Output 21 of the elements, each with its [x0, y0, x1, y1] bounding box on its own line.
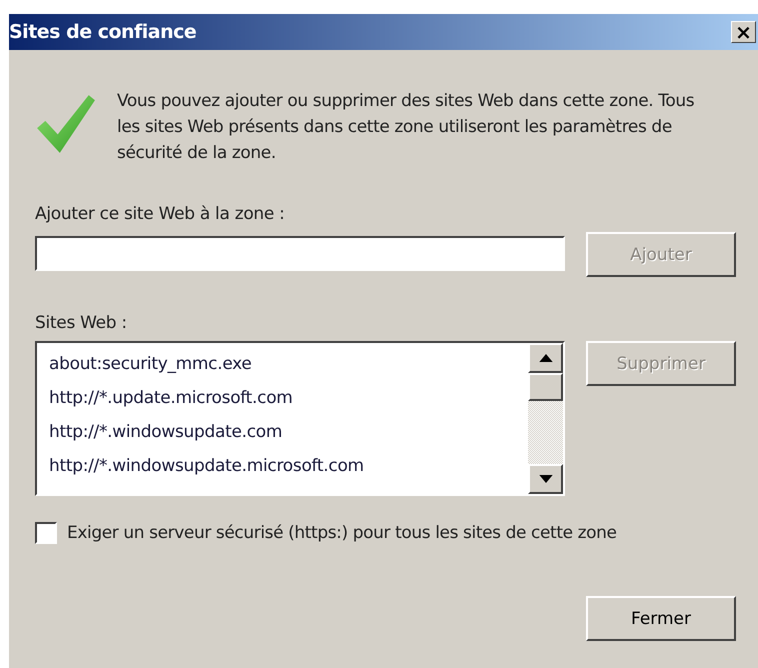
checkmark-icon	[35, 93, 97, 155]
scroll-up-button[interactable]	[528, 343, 563, 373]
close-button[interactable]: ×	[731, 21, 756, 43]
list-label: Sites Web :	[35, 313, 128, 333]
website-list-item[interactable]: http://*.windowsupdate.com	[49, 415, 528, 449]
website-list-item[interactable]: http://*.windowsupdate.microsoft.com	[49, 449, 528, 483]
checkbox-label: Exiger un serveur sécurisé (https:) pour tous les sites de cette zone	[67, 523, 617, 543]
website-input-field[interactable]	[35, 236, 565, 271]
scrollbar[interactable]	[528, 343, 563, 494]
info-message: Vous pouvez ajouter ou supprimer des sites Web dans cette zone. Tous les sites Web présents dans cette zone utiliseront les paramètres de sécurité de la zone.	[117, 90, 696, 165]
scroll-thumb[interactable]	[528, 373, 563, 401]
checkbox[interactable]	[35, 522, 57, 544]
up-arrow-icon	[538, 354, 552, 362]
close-dialog-button[interactable]: Fermer	[586, 596, 736, 641]
websites-list[interactable]: about:security_mmc.exe http://*.update.microsoft.com http://*.windowsupdate.com http://*.windowsupdate.microsoft.com	[35, 341, 565, 496]
website-list-item[interactable]: about:security_mmc.exe	[49, 347, 528, 381]
scroll-down-button[interactable]	[528, 464, 563, 494]
website-list-item[interactable]: http://*.update.microsoft.com	[49, 381, 528, 415]
field-label: Ajouter ce site Web à la zone :	[35, 204, 286, 224]
window-title: Sites de confiance	[9, 21, 196, 43]
down-arrow-icon	[538, 475, 552, 483]
